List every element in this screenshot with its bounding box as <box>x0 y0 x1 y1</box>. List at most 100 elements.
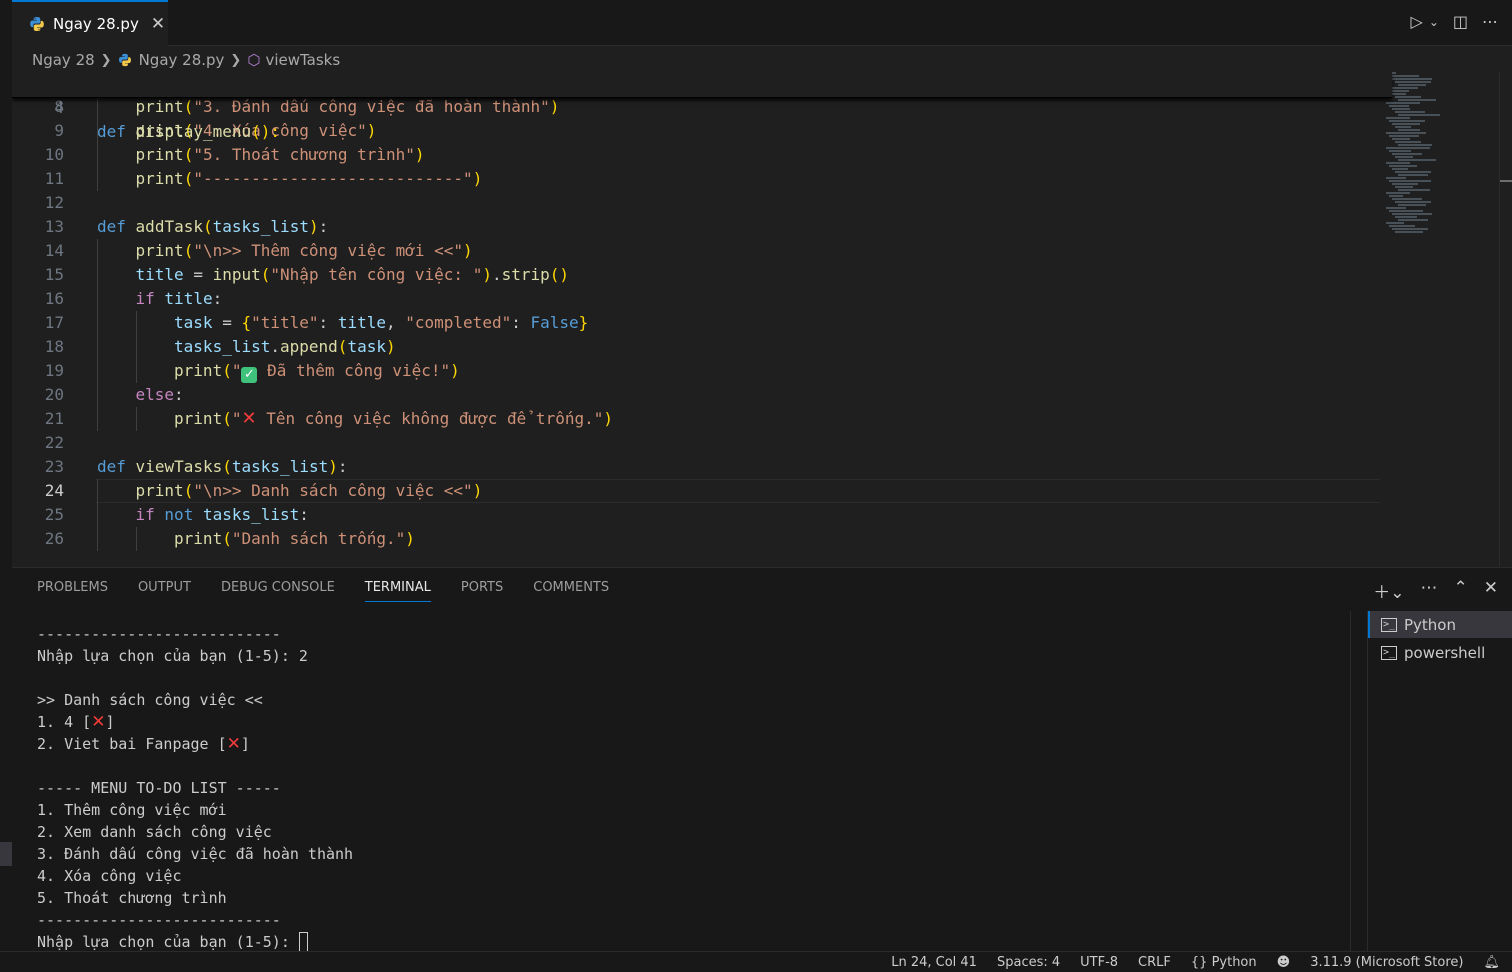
minimap-line <box>1398 99 1436 101</box>
line-number: 14 <box>44 241 64 260</box>
run-icon[interactable]: ▷ <box>1411 12 1423 31</box>
minimap-line <box>1392 108 1410 110</box>
terminal-output[interactable]: --------------------------- Nhập lựa chọn… <box>37 623 1347 953</box>
function-name: addTask <box>135 217 203 236</box>
terminal-line: --------------------------- <box>37 909 1347 931</box>
variable: title <box>337 313 386 332</box>
string-literal: "\n>> Danh sách công việc <<" <box>193 481 473 500</box>
terminal-line: 1. Thêm công việc mới <box>37 799 1347 821</box>
editor-tab[interactable]: Ngay 28.py ✕ <box>12 0 168 46</box>
tab-debug-console[interactable]: DEBUG CONSOLE <box>221 580 335 602</box>
minimap-line <box>1395 156 1413 158</box>
minimap-line <box>1398 159 1436 161</box>
minimap-line <box>1389 195 1403 197</box>
bottom-panel: PROBLEMS OUTPUT DEBUG CONSOLE TERMINAL PORTS… <box>12 567 1512 952</box>
code-editor[interactable]: 4 def display_menu(): 7print("2. Xem dan… <box>12 72 1512 566</box>
terminal-instance-python[interactable]: >_ Python <box>1368 611 1512 638</box>
punctuation: ) <box>308 217 319 236</box>
copilot-icon[interactable]: ☻ <box>1277 955 1291 970</box>
language-mode[interactable]: {} Python <box>1191 955 1257 970</box>
indent-guide <box>97 359 98 383</box>
tab-terminal[interactable]: TERMINAL <box>364 580 431 602</box>
panel-tabs: PROBLEMS OUTPUT DEBUG CONSOLE TERMINAL PORTS… <box>37 580 609 602</box>
terminal-line: 2. Xem danh sách công việc <box>37 821 1347 843</box>
breadcrumb: Ngay 28 ❯ Ngay 28.py ❯ ⬡ viewTasks <box>32 49 340 71</box>
line-ending[interactable]: CRLF <box>1138 955 1171 970</box>
minimap-line <box>1386 222 1404 224</box>
maximize-panel-icon[interactable]: ⌃ <box>1454 578 1468 603</box>
string-literal: "3. Đánh dấu công việc đã hoàn thành" <box>193 97 550 116</box>
string-literal: "Danh sách trống." <box>231 529 406 548</box>
minimap-line <box>1386 177 1406 179</box>
punctuation: : <box>337 457 348 476</box>
tab-output[interactable]: OUTPUT <box>138 580 191 602</box>
more-actions-icon[interactable]: ⋯ <box>1482 12 1498 31</box>
tab-problems[interactable]: PROBLEMS <box>37 580 108 602</box>
variable: tasks_list <box>174 337 271 356</box>
breadcrumb-folder[interactable]: Ngay 28 <box>32 51 95 69</box>
encoding[interactable]: UTF-8 <box>1080 955 1118 970</box>
cursor-position[interactable]: Ln 24, Col 41 <box>891 955 977 970</box>
punctuation: ) <box>414 145 425 164</box>
method-name: append <box>280 337 338 356</box>
punctuation: : <box>511 313 531 332</box>
minimap[interactable] <box>1386 72 1466 247</box>
tab-ports[interactable]: PORTS <box>461 580 503 602</box>
string-literal: Đã thêm công việc!" <box>257 361 451 380</box>
minimap-line <box>1398 204 1426 206</box>
line-source: print("3. Đánh dấu công việc đã hoàn thà… <box>136 95 560 119</box>
run-menu-chevron-icon[interactable]: ⌄ <box>1429 15 1439 29</box>
minimap-line <box>1389 75 1419 77</box>
more-actions-icon[interactable]: ⋯ <box>1421 578 1438 603</box>
editor-scrollbar[interactable] <box>1499 72 1512 566</box>
line-source: print("✕ Tên công việc không được để trố… <box>174 407 613 431</box>
punctuation: ) <box>472 169 483 188</box>
line-source: if not tasks_list: <box>136 503 309 527</box>
new-terminal-icon[interactable]: ＋⌄ <box>1373 578 1404 603</box>
line-number: 13 <box>44 217 64 236</box>
sticky-scroll-header[interactable]: 4 def display_menu(): <box>12 72 1392 141</box>
terminal-line: 5. Thoát chương trình <box>37 887 1347 909</box>
code-line: 8 print("3. Đánh dấu công việc đã hoàn th… <box>12 95 1382 119</box>
cross-emoji: ✕ <box>91 712 106 732</box>
line-number: 21 <box>44 409 64 428</box>
editor-tab-bar: Ngay 28.py ✕ ▷ ⌄ ◫ ⋯ <box>12 0 1512 46</box>
punctuation: ) <box>385 337 396 356</box>
breadcrumb-file[interactable]: Ngay 28.py <box>139 51 225 69</box>
line-number: 24 <box>44 481 64 500</box>
terminal-line: 1. 4 [✕] <box>37 711 1347 733</box>
indent-guide <box>97 383 98 407</box>
line-number: 11 <box>44 169 64 188</box>
code-line: 23 def viewTasks(tasks_list): <box>12 455 1382 479</box>
indent-guide <box>97 503 98 527</box>
terminal-instance-list: >_ Python >_ powershell <box>1367 611 1512 952</box>
breadcrumb-symbol[interactable]: viewTasks <box>265 51 340 69</box>
minimap-line <box>1398 114 1440 116</box>
line-number: 22 <box>44 433 64 452</box>
terminal-scrollbar[interactable] <box>1350 611 1351 952</box>
split-editor-icon[interactable]: ◫ <box>1453 12 1468 31</box>
line-source: tasks_list.append(task) <box>174 335 396 359</box>
indent-guide <box>97 527 98 551</box>
close-tab-icon[interactable]: ✕ <box>151 14 165 34</box>
terminal-instance-powershell[interactable]: >_ powershell <box>1368 639 1512 666</box>
line-source: def viewTasks(tasks_list): <box>97 455 348 479</box>
keyword: not <box>164 505 194 524</box>
indent-guide <box>135 527 137 551</box>
tab-comments[interactable]: COMMENTS <box>533 580 609 602</box>
close-panel-icon[interactable]: ✕ <box>1484 578 1498 603</box>
minimap-line <box>1398 84 1426 86</box>
indent-guide <box>97 167 98 191</box>
minimap-line <box>1389 150 1411 152</box>
notifications-bell-icon[interactable]: 🔔︎ <box>1483 955 1500 970</box>
method-name: strip <box>501 265 550 284</box>
builtin-call: print <box>174 361 223 380</box>
indentation[interactable]: Spaces: 4 <box>997 955 1060 970</box>
terminal-line: 2. Viet bai Fanpage [✕] <box>37 733 1347 755</box>
indent-guide <box>135 407 137 431</box>
string-literal: "\n>> Thêm công việc mới <<" <box>193 241 464 260</box>
python-interpreter[interactable]: 3.11.9 (Microsoft Store) <box>1310 955 1463 970</box>
builtin-call: print <box>135 145 184 164</box>
